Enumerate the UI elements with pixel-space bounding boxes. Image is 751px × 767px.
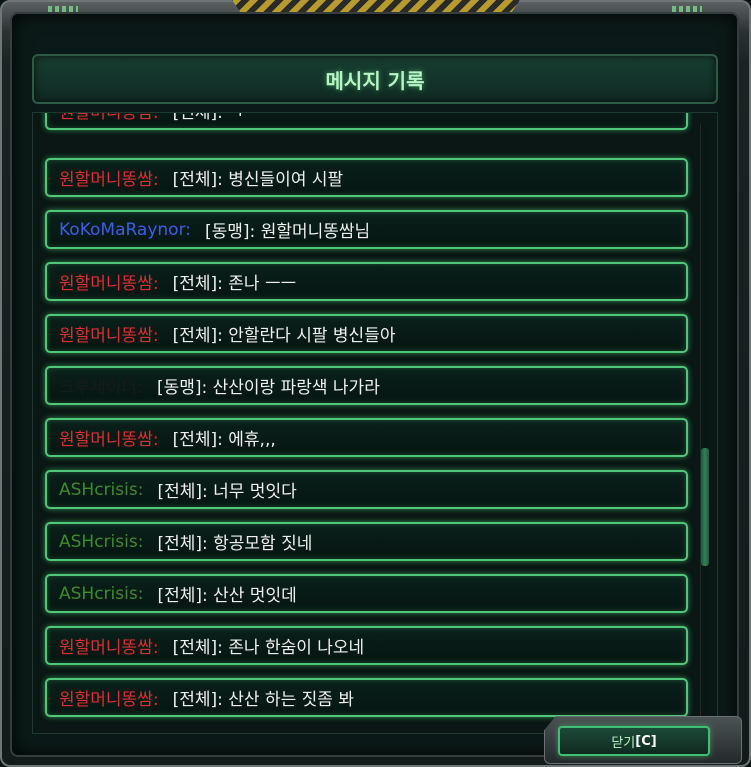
message-text: 항공모함 짓네 [213,534,313,554]
window-title: 메시지 기록 [325,68,425,93]
message-channel: [전체]: [172,638,223,658]
message-sender: ASHcrisis: [59,479,144,500]
message-sender: KoKoMaRaynor: [59,219,191,240]
message-channel: [전체]: [172,690,223,710]
message-row: 원할머니똥쌈: [전체]: ㅋ [45,112,688,130]
message-text: 안할란다 시팔 병신들아 [228,326,396,346]
message-channel: [동맹]: [205,222,256,242]
message-log[interactable]: 원할머니똥쌈: [전체]: ㅋ 원할머니똥쌈: [전체]: 병신들이여 시팔 K… [32,112,718,734]
message-row: KoKoMaRaynor: [동맹]: 원할머니똥쌈님 [45,210,688,249]
message-sender: 원할머니똥쌈: [59,638,159,658]
message-text: 에휴,,, [228,430,276,450]
message-sender: 원할머니똥쌈: [59,326,159,346]
message-row: ASHcrisis: [전체]: 항공모함 짓네 [45,522,688,561]
title-bar: 메시지 기록 [32,54,718,104]
message-sender: 크루세이더: [59,378,143,398]
message-row: 크루세이더: [동맹]: 산산이랑 파랑색 나가라 [45,366,688,405]
message-sender: 원할머니똥쌈: [59,690,159,710]
message-text: 병신들이여 시팔 [228,170,344,190]
message-channel: [전체]: [172,430,223,450]
message-row: ASHcrisis: [전체]: 너무 멋잇다 [45,470,688,509]
message-row: ASHcrisis: [전체]: 산산 멋잇데 [45,574,688,613]
message-row: 원할머니똥쌈: [전체]: 존나 한숨이 나오네 [45,626,688,665]
message-channel: [전체]: [172,112,223,123]
message-text: 존나 한숨이 나오네 [228,638,365,658]
message-sender: 원할머니똥쌈: [59,170,159,190]
message-row: 원할머니똥쌈: [전체]: 에휴,,, [45,418,688,457]
message-sender: 원할머니똥쌈: [59,274,159,294]
close-button-hotkey: C [641,733,651,749]
message-text: ㅋ [228,112,244,123]
message-text: 원할머니똥쌈님 [260,222,371,242]
log-scrollbar[interactable] [700,124,709,720]
message-row: 원할머니똥쌈: [전체]: 병신들이여 시팔 [45,158,688,197]
message-channel: [전체]: [157,586,208,606]
message-text: 산산 하는 짓좀 봐 [228,690,354,710]
message-text: 존나 ㅡㅡ [228,274,297,294]
message-sender: 원할머니똥쌈: [59,430,159,450]
message-sender: ASHcrisis: [59,531,144,552]
message-channel: [전체]: [172,326,223,346]
message-channel: [전체]: [172,274,223,294]
message-channel: [동맹]: [156,378,208,398]
scrollbar-thumb[interactable] [701,448,709,566]
message-sender: ASHcrisis: [59,583,144,604]
message-row: 원할머니똥쌈: [전체]: 존나 ㅡㅡ [45,262,688,301]
message-sender: 원할머니똥쌈: [59,112,159,123]
message-text: 너무 멋잇다 [213,482,297,502]
close-button[interactable]: 닫기[C] [558,726,710,756]
message-channel: [전체]: [172,170,223,190]
message-text: 산산이랑 파랑색 나가라 [212,378,380,398]
message-channel: [전체]: [157,482,208,502]
message-channel: [전체]: [157,534,208,554]
message-text: 산산 멋잇데 [213,586,297,606]
message-row: 원할머니똥쌈: [전체]: 산산 하는 짓좀 봐 [45,678,688,717]
message-row: 원할머니똥쌈: [전체]: 안할란다 시팔 병신들아 [45,314,688,353]
close-button-label: 닫기 [611,735,636,751]
